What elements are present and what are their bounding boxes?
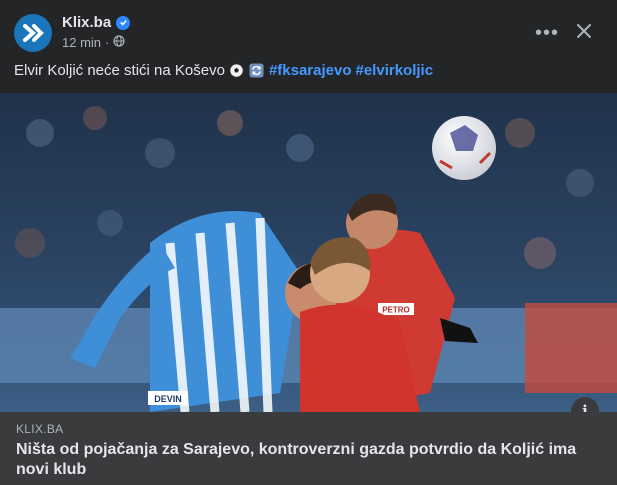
shirt-sponsor-red: PETRO xyxy=(382,306,410,315)
link-headline: Ništa od pojačanja za Sarajevo, kontrove… xyxy=(16,441,577,478)
globe-icon xyxy=(113,35,125,50)
klix-logo-icon xyxy=(23,24,44,42)
hashtag-fksarajevo[interactable]: #fksarajevo xyxy=(269,62,352,79)
link-domain: KLIX.BA xyxy=(16,422,64,436)
meta-separator: · xyxy=(105,35,110,50)
post-body-text: Elvir Koljić neće stići na Koševo xyxy=(14,62,225,79)
football-header-photo: DEVIN PETRO xyxy=(0,93,617,412)
more-options-label: ••• xyxy=(534,21,559,44)
verified-badge-icon xyxy=(116,15,131,30)
hashtag-elvirkoljic[interactable]: #elvirkoljic xyxy=(356,62,434,79)
facebook-post: Klix.ba 12 min · ••• Elvir Koljić neće s… xyxy=(0,0,617,485)
page-avatar[interactable] xyxy=(14,14,52,52)
page-name-row: Klix.ba xyxy=(62,14,131,31)
close-icon xyxy=(577,24,591,38)
post-timestamp[interactable]: 12 min xyxy=(62,35,101,50)
post-meta: 12 min · xyxy=(62,35,125,50)
post-photo[interactable]: DEVIN PETRO xyxy=(0,93,617,412)
shirt-sponsor-blue: DEVIN xyxy=(154,394,182,404)
page-name[interactable]: Klix.ba xyxy=(62,14,111,31)
link-preview[interactable]: KLIX.BA Ništa od pojačanja za Sarajevo, … xyxy=(0,412,617,485)
more-options-button[interactable]: ••• xyxy=(533,19,561,47)
post-text: Elvir Koljić neće stići na Koševo #fksar… xyxy=(14,62,433,79)
soccer-ball-icon xyxy=(229,63,245,79)
close-button[interactable] xyxy=(570,17,598,45)
repeat-arrows-icon xyxy=(249,63,265,79)
